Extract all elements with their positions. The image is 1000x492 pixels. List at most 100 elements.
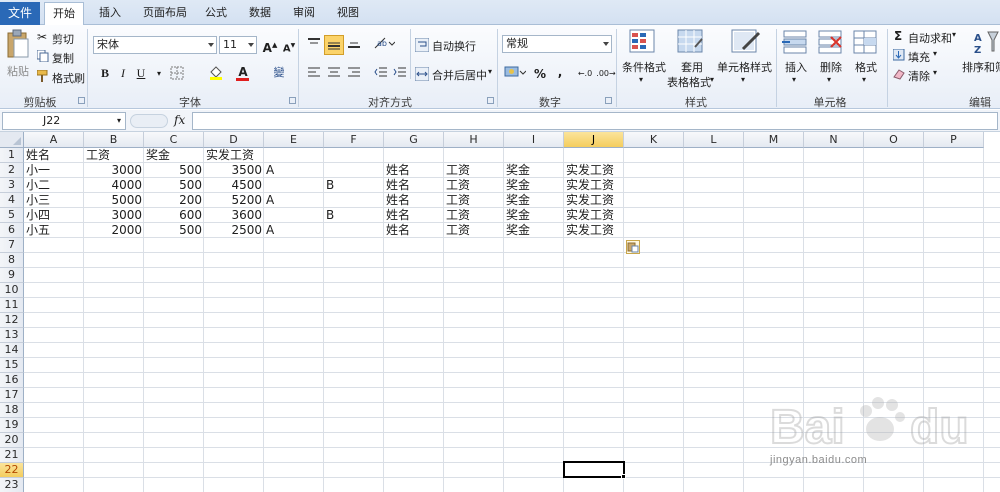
- fill-color-icon[interactable]: [207, 64, 225, 82]
- italic-button[interactable]: I: [114, 64, 132, 82]
- cell-C3[interactable]: 500: [144, 178, 204, 193]
- fill-button[interactable]: 填充 ▾: [893, 48, 943, 64]
- clear-button[interactable]: 清除 ▾: [893, 67, 943, 83]
- decrease-decimal-icon[interactable]: .00→: [596, 65, 616, 83]
- tab-formulas[interactable]: 公式: [198, 2, 234, 25]
- number-launcher-icon[interactable]: [605, 97, 612, 104]
- cell-D4[interactable]: 5200: [204, 193, 264, 208]
- cell-B5[interactable]: 3000: [84, 208, 144, 223]
- cell-A2[interactable]: 小一: [24, 163, 84, 178]
- row-header-19[interactable]: 19: [0, 418, 24, 433]
- bold-button[interactable]: B: [96, 64, 114, 82]
- orientation-icon[interactable]: ab: [372, 36, 396, 54]
- cell-C6[interactable]: 500: [144, 223, 204, 238]
- cell-H6[interactable]: 工资: [444, 223, 504, 238]
- cell-D2[interactable]: 3500: [204, 163, 264, 178]
- cell-I3[interactable]: 奖金: [504, 178, 564, 193]
- cell-A1[interactable]: 姓名: [24, 148, 84, 163]
- number-format-select[interactable]: 常规: [502, 35, 612, 53]
- row-header-13[interactable]: 13: [0, 328, 24, 343]
- cell-I6[interactable]: 奖金: [504, 223, 564, 238]
- format-painter-button[interactable]: 格式刷: [37, 69, 87, 85]
- row-header-10[interactable]: 10: [0, 283, 24, 298]
- column-header-L[interactable]: L: [684, 132, 744, 148]
- column-header-E[interactable]: E: [264, 132, 324, 148]
- column-header-G[interactable]: G: [384, 132, 444, 148]
- cell-I2[interactable]: 奖金: [504, 163, 564, 178]
- tab-insert[interactable]: 插入: [90, 2, 130, 25]
- cell-F5[interactable]: B: [324, 208, 384, 223]
- row-header-21[interactable]: 21: [0, 448, 24, 463]
- cell-E4[interactable]: A: [264, 193, 324, 208]
- row-header-11[interactable]: 11: [0, 298, 24, 313]
- paste-options-icon[interactable]: [626, 240, 640, 254]
- clipboard-launcher-icon[interactable]: [78, 97, 85, 104]
- cell-C2[interactable]: 500: [144, 163, 204, 178]
- autosum-button[interactable]: Σ 自动求和 ▾: [893, 29, 959, 45]
- row-header-16[interactable]: 16: [0, 373, 24, 388]
- row-header-12[interactable]: 12: [0, 313, 24, 328]
- row-header-1[interactable]: 1: [0, 148, 24, 163]
- font-size-select[interactable]: 11: [219, 36, 257, 54]
- cell-A3[interactable]: 小二: [24, 178, 84, 193]
- row-header-9[interactable]: 9: [0, 268, 24, 283]
- row-header-8[interactable]: 8: [0, 253, 24, 268]
- formula-input[interactable]: [192, 112, 998, 130]
- cell-C4[interactable]: 200: [144, 193, 204, 208]
- align-left-icon[interactable]: [305, 65, 323, 83]
- row-header-22[interactable]: 22: [0, 463, 24, 478]
- paste-button[interactable]: 粘贴: [3, 29, 33, 91]
- align-middle-icon[interactable]: [324, 35, 344, 55]
- align-top-icon[interactable]: [305, 36, 323, 54]
- conditional-format-button[interactable]: 条件格式 ▾: [619, 29, 667, 89]
- row-header-23[interactable]: 23: [0, 478, 24, 492]
- cell-A5[interactable]: 小四: [24, 208, 84, 223]
- cell-A6[interactable]: 小五: [24, 223, 84, 238]
- column-header-F[interactable]: F: [324, 132, 384, 148]
- column-header-A[interactable]: A: [24, 132, 84, 148]
- column-header-J[interactable]: J: [564, 132, 624, 148]
- cell-E6[interactable]: A: [264, 223, 324, 238]
- cell-J6[interactable]: 实发工资: [564, 223, 624, 238]
- cell-H3[interactable]: 工资: [444, 178, 504, 193]
- cell-F3[interactable]: B: [324, 178, 384, 193]
- increase-indent-icon[interactable]: [391, 65, 409, 83]
- underline-dropdown-icon[interactable]: ▾: [150, 65, 168, 83]
- tab-review[interactable]: 审阅: [286, 2, 322, 25]
- insert-cells-button[interactable]: 插入 ▾: [780, 29, 812, 89]
- column-header-I[interactable]: I: [504, 132, 564, 148]
- font-name-select[interactable]: 宋体: [93, 36, 217, 54]
- cell-D5[interactable]: 3600: [204, 208, 264, 223]
- font-launcher-icon[interactable]: [289, 97, 296, 104]
- row-header-20[interactable]: 20: [0, 433, 24, 448]
- cell-G5[interactable]: 姓名: [384, 208, 444, 223]
- increase-decimal-icon[interactable]: ←.0: [575, 65, 595, 83]
- tab-home[interactable]: 开始: [44, 2, 84, 26]
- copy-button[interactable]: 复制: [37, 49, 87, 65]
- sort-filter-button[interactable]: AZ 排序和筛: [958, 29, 1000, 89]
- name-box[interactable]: J22 ▾: [2, 112, 126, 130]
- column-header-H[interactable]: H: [444, 132, 504, 148]
- cell-H2[interactable]: 工资: [444, 163, 504, 178]
- column-header-M[interactable]: M: [744, 132, 804, 148]
- phonetic-guide-icon[interactable]: 變: [270, 64, 288, 82]
- cell-J4[interactable]: 实发工资: [564, 193, 624, 208]
- column-header-N[interactable]: N: [804, 132, 864, 148]
- row-header-5[interactable]: 5: [0, 208, 24, 223]
- cell-J5[interactable]: 实发工资: [564, 208, 624, 223]
- cell-D6[interactable]: 2500: [204, 223, 264, 238]
- column-header-B[interactable]: B: [84, 132, 144, 148]
- select-all-button[interactable]: [0, 132, 24, 148]
- row-header-15[interactable]: 15: [0, 358, 24, 373]
- align-center-icon[interactable]: [325, 65, 343, 83]
- cell-B2[interactable]: 3000: [84, 163, 144, 178]
- alignment-launcher-icon[interactable]: [487, 97, 494, 104]
- comma-button[interactable]: ,: [551, 63, 569, 81]
- cell-B1[interactable]: 工资: [84, 148, 144, 163]
- cell-G2[interactable]: 姓名: [384, 163, 444, 178]
- borders-icon[interactable]: [168, 64, 186, 82]
- increase-font-size-icon[interactable]: A▲: [261, 36, 279, 55]
- cell-H5[interactable]: 工资: [444, 208, 504, 223]
- wrap-text-button[interactable]: 自动换行: [415, 37, 485, 53]
- row-header-7[interactable]: 7: [0, 238, 24, 253]
